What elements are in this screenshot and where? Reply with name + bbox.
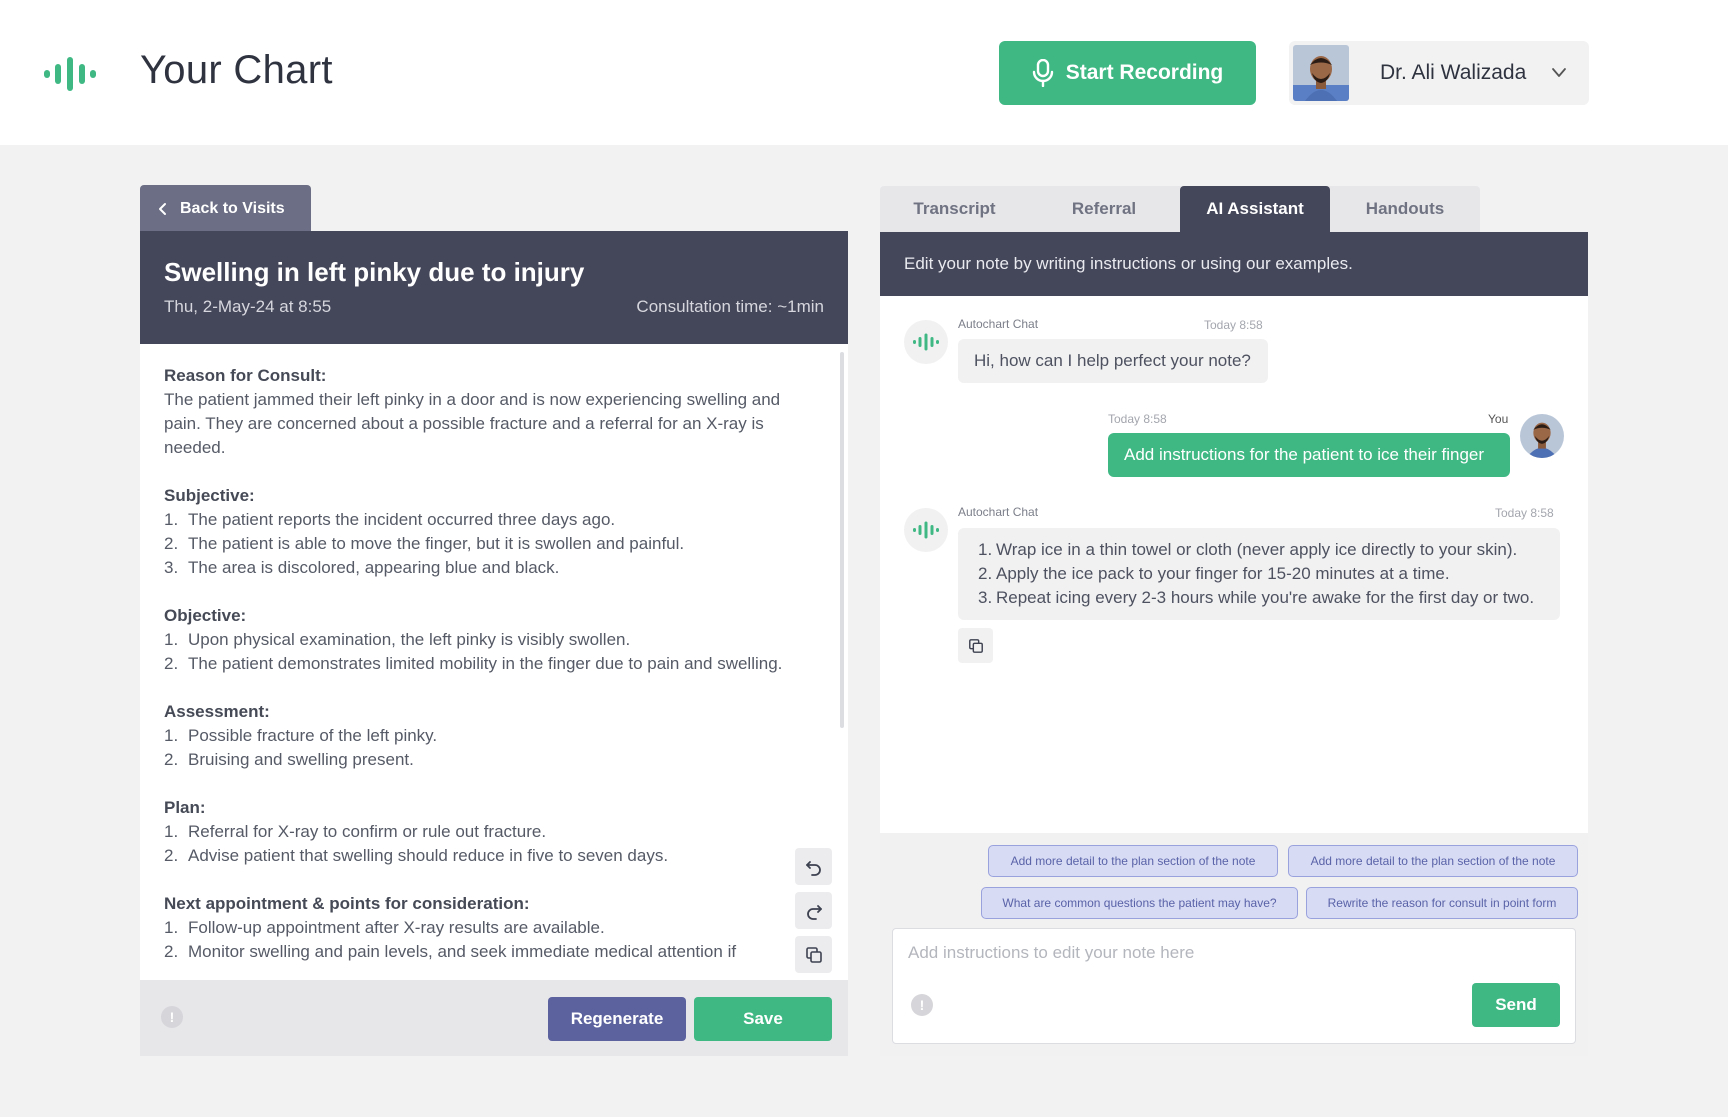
- visit-title: Swelling in left pinky due to injury: [164, 257, 585, 287]
- user-avatar: [1520, 414, 1564, 458]
- list-item: 1. Wrap ice in a thin towel or cloth (nev…: [978, 540, 1518, 559]
- tab-handouts[interactable]: Handouts: [1330, 186, 1480, 232]
- section-heading: Subjective:: [164, 486, 255, 505]
- suggestion-chip[interactable]: Add more detail to the plan section of t…: [1288, 845, 1578, 877]
- visit-date: Thu, 2-May-24 at 8:55: [164, 297, 332, 316]
- copy-response-button[interactable]: [958, 628, 993, 663]
- consultation-time: Consultation time: ~1min: [636, 297, 824, 316]
- redo-button[interactable]: [795, 892, 832, 929]
- suggestion-chip[interactable]: What are common questions the patient ma…: [981, 887, 1298, 919]
- list-item: 2. The patient is able to move the finger…: [164, 534, 685, 553]
- chat-thread: Autochart Chat Today 8:58 Hi, how can I …: [880, 296, 1588, 833]
- list-item: 1. Possible fracture of the left pinky.: [164, 726, 438, 745]
- user-avatar: [1293, 45, 1349, 101]
- message-bubble: 1. Wrap ice in a thin towel or cloth (nev…: [958, 528, 1560, 620]
- audio-wave-icon: [913, 521, 939, 539]
- chevron-left-icon: [159, 202, 166, 215]
- message-time: Today 8:58: [1495, 506, 1554, 520]
- note-section-reason: Reason for Consult: The patient jammed t…: [164, 364, 784, 460]
- chevron-down-icon: [1552, 68, 1566, 77]
- note-section-plan: Plan: 1. Referral for X-ray to confirm or…: [164, 796, 784, 868]
- copy-icon: [805, 946, 822, 963]
- panel-tabs: Transcript Referral AI Assistant Handout…: [880, 186, 1480, 232]
- copy-note-button[interactable]: [795, 936, 832, 973]
- section-heading: Next appointment & points for considerat…: [164, 894, 530, 913]
- suggestion-chip[interactable]: Add more detail to the plan section of t…: [988, 845, 1278, 877]
- user-name: Dr. Ali Walizada: [1380, 61, 1527, 84]
- app-title: Your Chart: [140, 48, 333, 92]
- list-item: 3. The area is discolored, appearing blue…: [164, 558, 560, 577]
- list-item: 2. Monitor swelling and pain levels, and …: [164, 942, 737, 961]
- redo-icon: [806, 904, 822, 920]
- message-time: Today 8:58: [1108, 412, 1167, 426]
- regenerate-button[interactable]: Regenerate: [548, 997, 686, 1041]
- audio-wave-icon: [913, 333, 939, 351]
- audio-wave-icon: [44, 57, 96, 91]
- save-button[interactable]: Save: [694, 997, 832, 1041]
- back-to-visits-label: Back to Visits: [180, 199, 285, 217]
- tab-transcript[interactable]: Transcript: [880, 186, 1029, 232]
- note-scrollbar[interactable]: [840, 352, 844, 728]
- list-item: 1. Upon physical examination, the left pi…: [164, 630, 631, 649]
- list-item: 1. Referral for X-ray to confirm or rule …: [164, 822, 547, 841]
- tab-ai-assistant[interactable]: AI Assistant: [1180, 186, 1330, 232]
- message-sender: Autochart Chat: [958, 317, 1039, 331]
- app-header: Your Chart Start Recording Dr. Ali Waliz…: [0, 0, 1728, 145]
- note-footer: ! Regenerate Save: [140, 980, 848, 1056]
- section-heading: Plan:: [164, 798, 206, 817]
- note-content[interactable]: Reason for Consult: The patient jammed t…: [164, 364, 784, 980]
- tab-referral[interactable]: Referral: [1029, 186, 1179, 232]
- note-section-subjective: Subjective: 1. The patient reports the in…: [164, 484, 784, 580]
- list-item: 2. Apply the ice pack to your finger for …: [978, 564, 1450, 583]
- list-item: 2. The patient demonstrates limited mobil…: [164, 654, 783, 673]
- send-button[interactable]: Send: [1472, 983, 1560, 1027]
- bot-avatar: [904, 320, 948, 364]
- section-text: The patient jammed their left pinky in a…: [164, 390, 781, 457]
- undo-icon: [805, 860, 821, 876]
- note-section-objective: Objective: 1. Upon physical examination, …: [164, 604, 784, 676]
- message-bubble: Add instructions for the patient to ice …: [1108, 433, 1510, 477]
- start-recording-button[interactable]: Start Recording: [999, 41, 1256, 105]
- message-sender: Autochart Chat: [958, 505, 1039, 519]
- undo-button[interactable]: [795, 848, 832, 885]
- bot-avatar: [904, 508, 948, 552]
- note-editor[interactable]: Reason for Consult: The patient jammed t…: [140, 344, 848, 980]
- back-to-visits-button[interactable]: Back to Visits: [140, 185, 311, 232]
- section-heading: Assessment:: [164, 702, 270, 721]
- info-icon[interactable]: !: [161, 1006, 183, 1028]
- section-heading: Reason for Consult:: [164, 366, 327, 385]
- list-item: 2. Bruising and swelling present.: [164, 750, 414, 769]
- assistant-instructions: Edit your note by writing instructions o…: [880, 232, 1588, 296]
- suggestion-chip[interactable]: Rewrite the reason for consult in point …: [1306, 887, 1578, 919]
- suggestions-panel: Add more detail to the plan section of t…: [880, 833, 1588, 1056]
- message-sender: You: [1488, 412, 1509, 426]
- message-time: Today 8:58: [1204, 318, 1263, 332]
- list-item: 3. Repeat icing every 2-3 hours while you…: [978, 588, 1535, 607]
- start-recording-label: Start Recording: [1065, 61, 1224, 84]
- user-menu[interactable]: Dr. Ali Walizada: [1289, 41, 1589, 105]
- instruction-input[interactable]: [893, 929, 1575, 989]
- instruction-input-box: ! Send: [892, 928, 1576, 1044]
- microphone-icon: [1032, 59, 1053, 87]
- visit-header: Swelling in left pinky due to injury Thu…: [140, 231, 848, 344]
- section-heading: Objective:: [164, 606, 247, 625]
- note-section-next-appointment: Next appointment & points for considerat…: [164, 892, 784, 964]
- copy-icon: [968, 638, 983, 653]
- note-section-assessment: Assessment: 1. Possible fracture of the l…: [164, 700, 784, 772]
- message-bubble: Hi, how can I help perfect your note?: [958, 339, 1268, 383]
- info-icon[interactable]: !: [911, 994, 933, 1016]
- list-item: 1. The patient reports the incident occur…: [164, 510, 616, 529]
- list-item: 1. Follow-up appointment after X-ray resu…: [164, 918, 605, 937]
- list-item: 2. Advise patient that swelling should re…: [164, 846, 669, 865]
